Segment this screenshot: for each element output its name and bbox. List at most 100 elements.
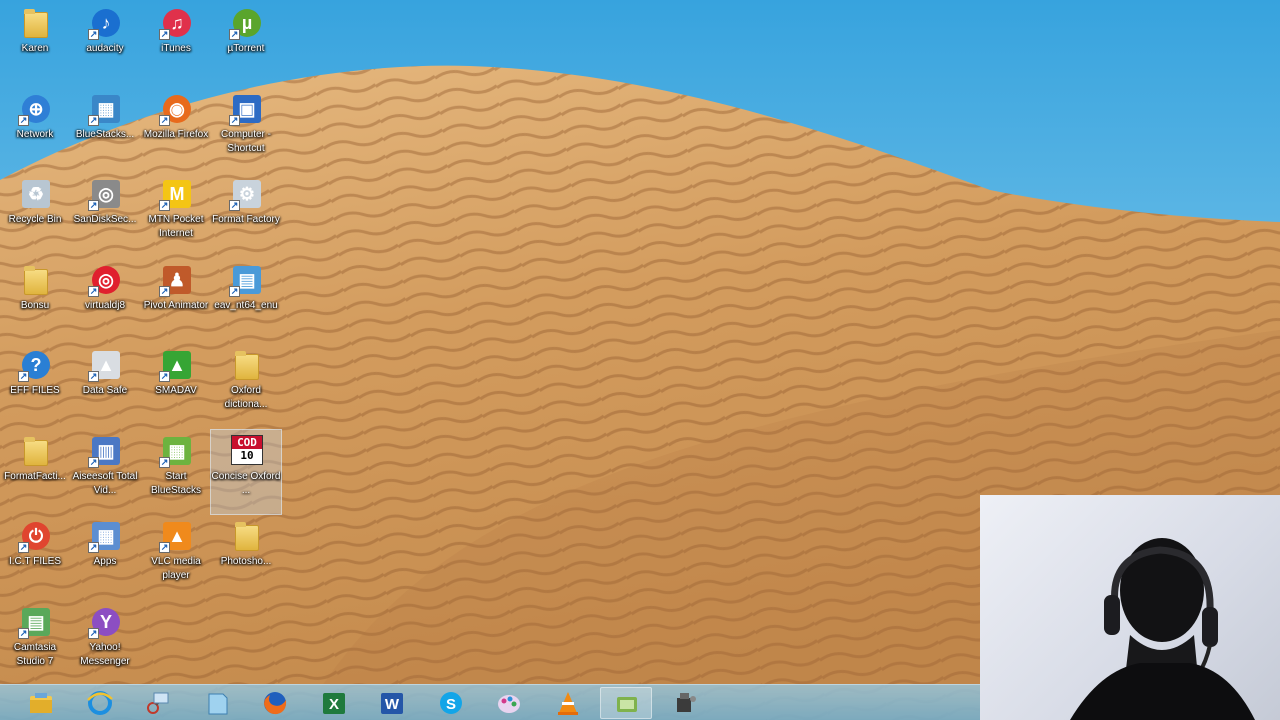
firefox-icon <box>264 692 287 715</box>
shortcut-arrow-icon: ↗ <box>18 115 29 126</box>
desktop-icon-label: SanDiskSec... <box>73 214 137 225</box>
desktop-icon-mtn-pocket-internet[interactable]: M ↗ MTN Pocket Internet <box>141 173 211 257</box>
utorrent-icon: µ ↗ <box>229 6 263 40</box>
desktop-icon-aiseesoft[interactable]: ▥ ↗ Aiseesoft Total Vid... <box>70 430 140 514</box>
taskbar-firefox-button[interactable] <box>249 687 301 719</box>
desktop-icon-label: Apps <box>93 556 117 567</box>
shortcut-arrow-icon: ↗ <box>88 286 99 297</box>
desktop-icon-label: Oxford dictiona... <box>224 385 268 410</box>
desktop-icon-pivot-animator[interactable]: ♟ ↗ Pivot Animator <box>141 259 211 343</box>
desktop-icon-karen-folder[interactable]: Karen <box>0 2 70 86</box>
eff-files-icon: ? ↗ <box>18 348 52 382</box>
desktop-icon-data-safe[interactable]: ▲ ↗ Data Safe <box>70 344 140 428</box>
shortcut-arrow-icon: ↗ <box>159 115 170 126</box>
shortcut-arrow-icon: ↗ <box>18 542 29 553</box>
taskbar-camtasia-recorder-button[interactable] <box>600 687 652 719</box>
desktop-icon-label: Aiseesoft Total Vid... <box>72 471 138 496</box>
start-bluestacks-icon: ▦ ↗ <box>159 434 193 468</box>
desktop-icon-recycle-bin[interactable]: ♻ Recycle Bin <box>0 173 70 257</box>
desktop-icon-eset-installer[interactable]: ▤ ↗ eav_nt64_enu <box>211 259 281 343</box>
excel-glyph: X <box>328 696 338 713</box>
smadav-icon: ▲ ↗ <box>159 348 193 382</box>
data-safe-icon: ▲ ↗ <box>88 348 122 382</box>
desktop-icon-audacity[interactable]: ♪ ↗ audacity <box>70 2 140 86</box>
desktop-icon-label: EFF FILES <box>10 385 60 396</box>
desktop-icon-vlc[interactable]: ▲ ↗ VLC media player <box>141 515 211 599</box>
taskbar-skype-button[interactable]: S <box>425 687 477 719</box>
taskbar-notepad-button[interactable] <box>191 687 243 719</box>
desktop-icon-label: Format Factory <box>212 214 280 225</box>
taskbar-movie-maker-button[interactable] <box>659 687 711 719</box>
desktop-icon-label: iTunes <box>161 43 191 54</box>
excel-icon: X <box>322 693 345 714</box>
desktop-icon-ict-files[interactable]: ⏻ ↗ I.C.T FILES <box>0 515 70 599</box>
desktop-icon-label: Yahoo! Messenger <box>80 642 130 667</box>
shortcut-arrow-icon: ↗ <box>229 286 240 297</box>
taskbar-internet-explorer-button[interactable] <box>74 687 126 719</box>
desktop-icon-itunes[interactable]: ♫ ↗ iTunes <box>141 2 211 86</box>
ict-files-icon: ⏻ ↗ <box>18 519 52 553</box>
shortcut-arrow-icon: ↗ <box>159 457 170 468</box>
desktop-icon-label: Recycle Bin <box>8 214 62 225</box>
desktop-icon-photoshop-folder[interactable]: Photosho... <box>211 515 281 599</box>
taskbar-vlc-button[interactable] <box>542 687 594 719</box>
desktop-icon-yahoo-messenger[interactable]: Y ↗ Yahoo! Messenger <box>70 601 140 685</box>
bonsu-folder-icon <box>18 263 52 297</box>
desktop-icon-start-bluestacks[interactable]: ▦ ↗ Start BlueStacks <box>141 430 211 514</box>
person-silhouette <box>1070 538 1255 720</box>
desktop[interactable]: Karen ♪ ↗ audacity ♫ ↗ iTunes µ ↗ µTorrent ⊕ ↗ Netwo… <box>0 0 1280 720</box>
desktop-icon-format-factory[interactable]: ⚙ ↗ Format Factory <box>211 173 281 257</box>
skype-glyph: S <box>445 696 455 713</box>
desktop-icon-label: Bonsu <box>20 300 50 311</box>
shortcut-arrow-icon: ↗ <box>159 286 170 297</box>
desktop-icon-camtasia[interactable]: ▤ ↗ Camtasia Studio 7 <box>0 601 70 685</box>
shortcut-arrow-icon: ↗ <box>159 200 170 211</box>
photoshop-folder-icon <box>229 519 263 553</box>
desktop-icon-bluestacks[interactable]: ▦ ↗ BlueStacks... <box>70 88 140 172</box>
karen-folder-icon <box>18 6 52 40</box>
desktop-icon-label: Pivot Animator <box>143 300 209 311</box>
desktop-icon-label: eav_nt64_enu <box>214 300 278 311</box>
desktop-icon-smadav[interactable]: ▲ ↗ SMADAV <box>141 344 211 428</box>
desktop-icon-firefox[interactable]: ◉ ↗ Mozilla Firefox <box>141 88 211 172</box>
taskbar-excel-button[interactable]: X <box>308 687 360 719</box>
vlc-icon <box>557 692 578 715</box>
snipping-tool-icon <box>147 692 169 714</box>
desktop-icon-formatfactory-folder[interactable]: FormatFacti... <box>0 430 70 514</box>
desktop-icon-sandisk[interactable]: ◎ ↗ SanDiskSec... <box>70 173 140 257</box>
shortcut-arrow-icon: ↗ <box>159 371 170 382</box>
shortcut-arrow-icon: ↗ <box>159 29 170 40</box>
desktop-icon-eff-files[interactable]: ? ↗ EFF FILES <box>0 344 70 428</box>
desktop-icon-apps[interactable]: ▦ ↗ Apps <box>70 515 140 599</box>
sandisk-icon: ◎ ↗ <box>88 177 122 211</box>
virtualdj-icon: ◎ ↗ <box>88 263 122 297</box>
desktop-icon-concise-oxford[interactable]: COD 10 Concise Oxford ... <box>210 429 282 515</box>
desktop-icon-oxford-dictionary-folder[interactable]: Oxford dictiona... <box>211 344 281 428</box>
desktop-icon-label: Camtasia Studio 7 <box>13 642 57 667</box>
desktop-icon-bonsu-folder[interactable]: Bonsu <box>0 259 70 343</box>
desktop-icon-label: Network <box>16 129 54 140</box>
mtn-pocket-internet-icon: M ↗ <box>159 177 193 211</box>
shortcut-arrow-icon: ↗ <box>88 115 99 126</box>
desktop-icon-label: µTorrent <box>227 43 265 54</box>
taskbar-file-explorer-button[interactable] <box>15 687 67 719</box>
desktop-icon-label: Photosho... <box>220 556 272 567</box>
webcam-overlay <box>980 495 1280 720</box>
eset-installer-icon: ▤ ↗ <box>229 263 263 297</box>
desktop-icon-network[interactable]: ⊕ ↗ Network <box>0 88 70 172</box>
desktop-icon-label: I.C.T FILES <box>8 556 62 567</box>
computer-icon: ▣ ↗ <box>229 92 263 126</box>
shortcut-arrow-icon: ↗ <box>88 457 99 468</box>
bluestacks-icon: ▦ ↗ <box>88 92 122 126</box>
taskbar-word-button[interactable]: W <box>366 687 418 719</box>
shortcut-arrow-icon: ↗ <box>229 29 240 40</box>
pivot-animator-icon: ♟ ↗ <box>159 263 193 297</box>
desktop-icon-computer[interactable]: ▣ ↗ Computer - Shortcut <box>211 88 281 172</box>
file-explorer-icon <box>30 693 52 713</box>
taskbar-paint-button[interactable] <box>483 687 535 719</box>
recycle-bin-icon: ♻ <box>18 177 52 211</box>
desktop-icon-label: VLC media player <box>151 556 201 581</box>
desktop-icon-virtualdj[interactable]: ◎ ↗ virtualdj8 <box>70 259 140 343</box>
taskbar-snipping-tool-button[interactable] <box>132 687 184 719</box>
desktop-icon-utorrent[interactable]: µ ↗ µTorrent <box>211 2 281 86</box>
